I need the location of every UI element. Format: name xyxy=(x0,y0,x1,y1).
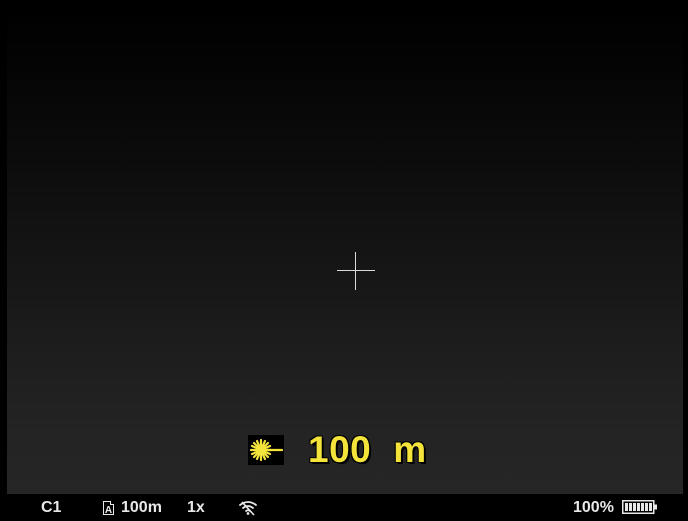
wifi-icon xyxy=(238,500,258,516)
scope-viewport xyxy=(7,7,683,494)
mode-icon: A xyxy=(103,501,114,516)
status-bar: C1 A 100m 1x 100% xyxy=(0,497,688,517)
rangefinder-readout: 100 m xyxy=(248,429,427,470)
battery-percentage: 100% xyxy=(573,499,614,516)
laser-beam-icon xyxy=(248,435,284,465)
zoom-level: 1x xyxy=(187,499,205,516)
crosshair-horizontal-line xyxy=(337,270,375,271)
profile-label: C1 xyxy=(41,499,62,516)
crosshair-icon xyxy=(337,252,375,290)
device-screen: 100 m C1 A 100m 1x 100% xyxy=(0,0,688,517)
crosshair-vertical-line xyxy=(355,252,356,290)
range-unit: m xyxy=(393,429,427,470)
calibration-distance: 100m xyxy=(121,499,162,516)
battery-icon xyxy=(622,500,658,514)
range-value: 100 xyxy=(308,429,372,470)
